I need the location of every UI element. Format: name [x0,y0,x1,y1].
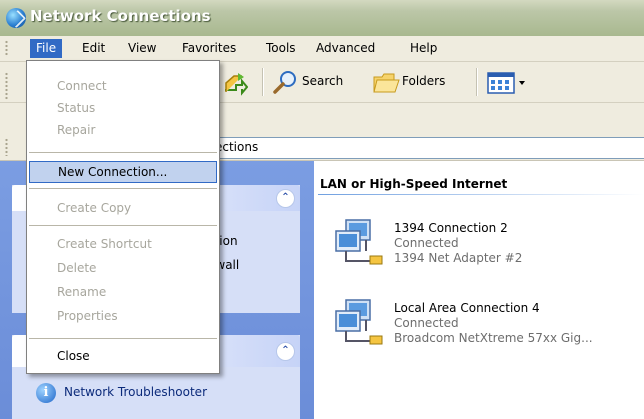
network-connection-icon [335,219,383,265]
group-title: LAN or High-Speed Internet [320,177,508,191]
menu-item-connect[interactable]: Connect [29,75,217,97]
connections-list: LAN or High-Speed Internet 1394 Connecti… [314,161,644,419]
views-grid-icon [487,72,525,94]
menubar-grip[interactable] [5,40,8,57]
connection-status: Connected [394,316,459,330]
menu-favorites[interactable]: Favorites [176,39,242,58]
menu-item-create-shortcut[interactable]: Create Shortcut [29,233,217,255]
network-connections-icon [6,8,26,28]
folders-button[interactable]: Folders [372,69,462,95]
menu-item-status[interactable]: Status [29,97,217,119]
addressbar-grip[interactable] [5,138,8,156]
connection-item[interactable]: Local Area Connection 4 Connected Broadc… [332,297,644,351]
menu-separator [29,338,217,339]
menu-edit[interactable]: Edit [76,39,111,58]
menu-help[interactable]: Help [404,39,443,58]
network-connection-icon [335,299,383,345]
menu-item-repair[interactable]: Repair [29,119,217,141]
menu-item-close[interactable]: Close [29,345,217,367]
search-button[interactable]: Search [272,69,350,95]
menu-advanced[interactable]: Advanced [310,39,381,58]
toolbar-grip[interactable] [5,72,8,100]
toolbar-separator [262,68,264,96]
connection-item[interactable]: 1394 Connection 2 Connected 1394 Net Ada… [332,217,644,271]
menu-item-new-connection[interactable]: New Connection... [29,161,217,183]
search-icon [273,71,296,94]
title-bar[interactable]: Network Connections [0,0,644,36]
menu-separator [29,188,217,189]
up-folder-icon[interactable] [222,70,249,96]
menu-separator [29,152,217,153]
menu-tools[interactable]: Tools [260,39,302,58]
menu-bar: File Edit View Favorites Tools Advanced … [0,36,644,62]
connection-name: 1394 Connection 2 [394,221,508,235]
window-title: Network Connections [30,7,211,25]
connection-status: Connected [394,236,459,250]
file-menu-dropdown: Connect Status Repair New Connection... … [26,60,220,374]
collapse-chevron-icon[interactable]: ⌃ [276,342,295,361]
menu-item-delete[interactable]: Delete [29,257,217,279]
menu-item-rename[interactable]: Rename [29,281,217,303]
connection-name: Local Area Connection 4 [394,301,540,315]
address-text: ections [215,140,259,154]
folders-icon [373,73,400,93]
views-button[interactable] [486,70,530,96]
menu-item-properties[interactable]: Properties [29,305,217,327]
menu-view[interactable]: View [122,39,162,58]
address-field[interactable]: ections [212,137,644,159]
connection-device: 1394 Net Adapter #2 [394,251,523,265]
menu-file[interactable]: File [30,39,63,58]
info-icon: i [36,383,56,403]
group-divider [318,194,644,195]
network-troubleshooter-link[interactable]: Network Troubleshooter [64,385,207,399]
folders-label: Folders [402,74,446,88]
toolbar-separator [476,68,478,96]
collapse-chevron-icon[interactable]: ⌃ [276,189,295,208]
menu-separator [29,225,217,226]
connection-device: Broadcom NetXtreme 57xx Gig... [394,331,593,345]
menu-item-create-copy[interactable]: Create Copy [29,197,217,219]
search-label: Search [302,74,344,88]
